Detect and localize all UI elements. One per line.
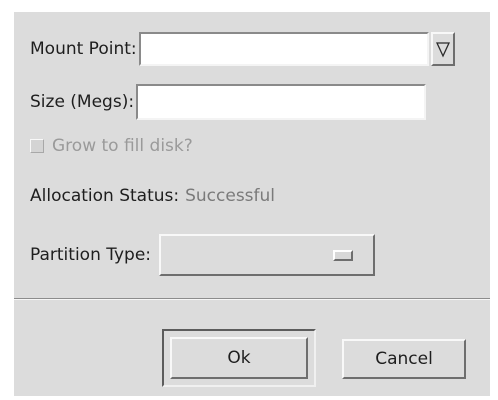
partition-type-row: Partition Type: (30, 234, 376, 276)
triangle-down-icon (435, 42, 450, 58)
grow-row: Grow to fill disk? (30, 136, 193, 156)
allocation-status-label: Allocation Status: (30, 186, 180, 206)
allocation-status-row: Allocation Status: Successful (30, 186, 275, 206)
mount-point-row: Mount Point: (30, 32, 455, 66)
ok-button[interactable]: Ok (170, 337, 308, 379)
size-input[interactable] (136, 84, 427, 120)
separator (14, 298, 490, 300)
mount-point-dropdown-button[interactable] (430, 32, 455, 66)
partition-type-label: Partition Type: (30, 245, 152, 265)
grow-checkbox[interactable] (30, 139, 44, 153)
mount-point-label: Mount Point: (30, 39, 137, 59)
allocation-status-value: Successful (185, 186, 276, 206)
size-row: Size (Megs): (30, 84, 427, 120)
size-label: Size (Megs): (30, 92, 135, 112)
partition-type-option-menu[interactable] (159, 234, 376, 276)
option-menu-indicator-icon (333, 250, 354, 261)
ok-default-frame: Ok (162, 329, 316, 387)
mount-point-input[interactable] (138, 32, 429, 66)
partition-dialog: Mount Point: Size (Megs): Grow to fill d… (14, 12, 490, 396)
grow-label: Grow to fill disk? (52, 136, 193, 156)
cancel-button[interactable]: Cancel (342, 339, 466, 379)
